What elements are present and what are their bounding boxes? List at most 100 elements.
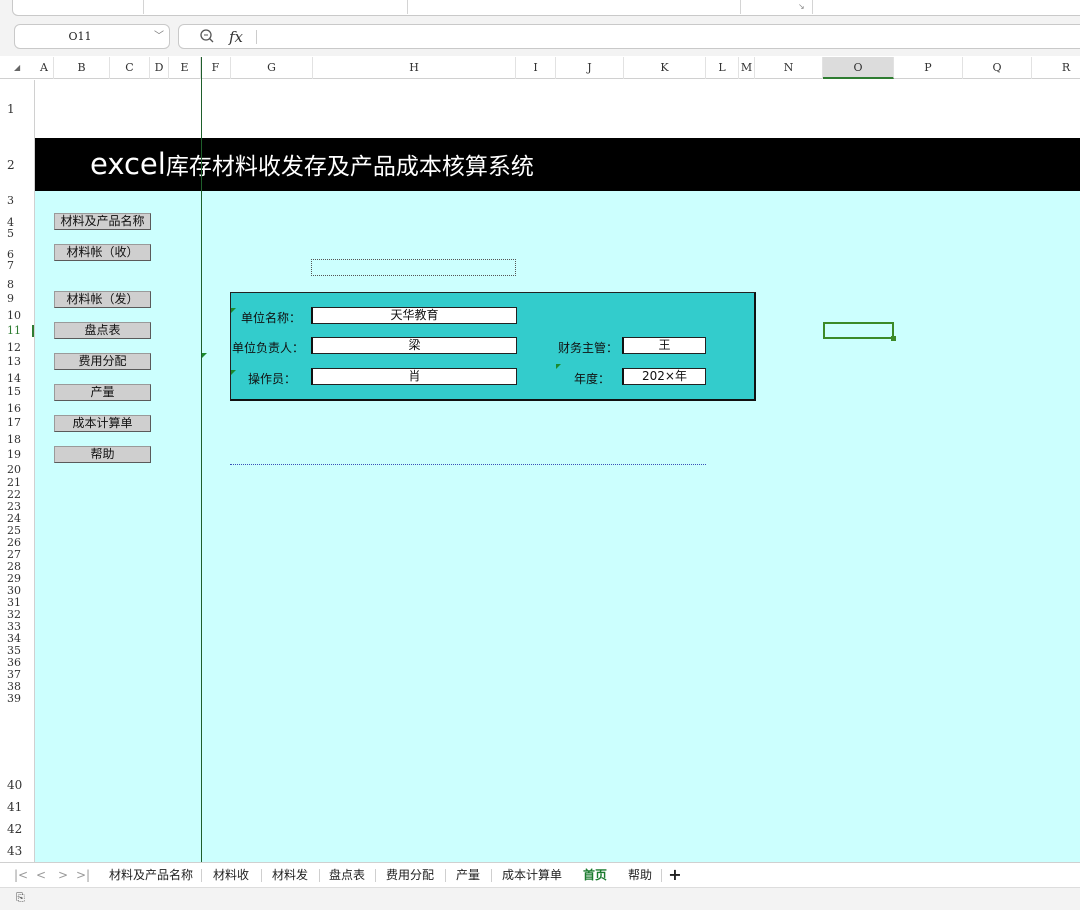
sheet-tab-active[interactable]: 首页 bbox=[572, 863, 618, 887]
freeze-pane-divider bbox=[201, 57, 202, 862]
year-label: 年度： bbox=[574, 372, 611, 386]
column-header-j[interactable]: J bbox=[556, 57, 624, 79]
row-header[interactable]: 1 bbox=[0, 100, 34, 118]
row-header[interactable]: 16 bbox=[0, 403, 34, 415]
column-header-p[interactable]: P bbox=[894, 57, 963, 79]
tab-divider bbox=[661, 869, 662, 882]
name-box-value[interactable]: O11 bbox=[15, 25, 145, 48]
ribbon-divider bbox=[407, 0, 408, 14]
sheet-tab-bar: |< < > >| 材料及产品名称 材料收 材料发 盘点表 费用分配 产量 成本… bbox=[0, 862, 1080, 887]
tab-divider bbox=[201, 869, 202, 882]
row-header[interactable]: 18 bbox=[0, 434, 34, 446]
row-header[interactable]: 7 bbox=[0, 260, 34, 272]
sheet-tab[interactable]: 帮助 bbox=[622, 863, 658, 887]
title-banner: excel库存材料收发存及产品成本核算系统 bbox=[35, 138, 1080, 191]
column-header-i[interactable]: I bbox=[516, 57, 556, 79]
nav-button-materials-issue[interactable]: 材料帐（发） bbox=[54, 291, 151, 308]
sheet-tab[interactable]: 费用分配 bbox=[380, 863, 440, 887]
column-header-q[interactable]: Q bbox=[963, 57, 1032, 79]
row-header[interactable]: 9 bbox=[0, 293, 34, 305]
column-header-k[interactable]: K bbox=[624, 57, 706, 79]
row-header[interactable]: 8 bbox=[0, 279, 34, 291]
sheet-tab[interactable]: 材料收 bbox=[206, 863, 256, 887]
row-header[interactable]: 3 bbox=[0, 195, 34, 207]
finance-supervisor-field[interactable]: 王 bbox=[622, 337, 706, 354]
column-header-h[interactable]: H bbox=[313, 57, 516, 79]
row-header-selected[interactable]: 11 bbox=[0, 325, 34, 337]
row-header[interactable]: 19 bbox=[0, 449, 34, 461]
ribbon-divider bbox=[143, 0, 144, 14]
tab-divider bbox=[375, 869, 376, 882]
zoom-icon[interactable] bbox=[199, 28, 215, 44]
sheet-tab[interactable]: 材料及产品名称 bbox=[106, 863, 196, 887]
first-sheet-icon[interactable]: |< bbox=[14, 863, 28, 887]
fill-handle[interactable] bbox=[891, 336, 896, 341]
operator-label: 操作员： bbox=[248, 372, 297, 386]
row-header[interactable]: 42 bbox=[0, 821, 34, 837]
column-header-f[interactable]: F bbox=[201, 57, 231, 79]
nav-button-output[interactable]: 产量 bbox=[54, 384, 151, 401]
sheet-tab[interactable]: 产量 bbox=[450, 863, 486, 887]
row-header[interactable]: 41 bbox=[0, 799, 34, 815]
row-header[interactable]: 13 bbox=[0, 356, 34, 368]
column-header-o[interactable]: O bbox=[823, 57, 894, 79]
formula-input[interactable]: fx bbox=[178, 24, 1080, 49]
row-header[interactable]: 17 bbox=[0, 417, 34, 429]
column-header-bar: ◢ A B C D E F G H I J K L M N O P Q R bbox=[0, 57, 1080, 79]
last-sheet-icon[interactable]: >| bbox=[76, 863, 90, 887]
column-header-g[interactable]: G bbox=[231, 57, 313, 79]
row-header[interactable]: 5 bbox=[0, 228, 34, 240]
prev-sheet-icon[interactable]: < bbox=[36, 863, 46, 887]
row-header[interactable]: 39 bbox=[0, 693, 34, 705]
sheet-tab[interactable]: 盘点表 bbox=[324, 863, 370, 887]
row-header[interactable]: 15 bbox=[0, 386, 34, 398]
row-header[interactable]: 12 bbox=[0, 342, 34, 354]
nav-button-cost-sheet[interactable]: 成本计算单 bbox=[54, 415, 151, 432]
column-header-a[interactable]: A bbox=[35, 57, 54, 79]
nav-button-help[interactable]: 帮助 bbox=[54, 446, 151, 463]
nav-button-cost-allocation[interactable]: 费用分配 bbox=[54, 353, 151, 370]
name-box[interactable]: O11 ﹀ bbox=[14, 24, 170, 49]
tab-divider bbox=[261, 869, 262, 882]
macro-record-icon[interactable]: ⎘ bbox=[16, 891, 25, 905]
finance-supervisor-label: 财务主管： bbox=[558, 341, 619, 355]
nav-button-materials-receive[interactable]: 材料帐（收） bbox=[54, 244, 151, 261]
column-header-r[interactable]: R bbox=[1032, 57, 1080, 79]
row-header[interactable]: 10 bbox=[0, 310, 34, 322]
nav-button-inventory[interactable]: 盘点表 bbox=[54, 322, 151, 339]
column-header-c[interactable]: C bbox=[110, 57, 150, 79]
sheet-tab[interactable]: 成本计算单 bbox=[496, 863, 568, 887]
year-field[interactable]: 202×年 bbox=[622, 368, 706, 385]
row-header[interactable]: 2 bbox=[0, 156, 34, 174]
page-title: excel库存材料收发存及产品成本核算系统 bbox=[90, 138, 534, 191]
sheet-tab[interactable]: 材料发 bbox=[266, 863, 314, 887]
row-header[interactable]: 20 bbox=[0, 464, 34, 476]
column-header-l[interactable]: L bbox=[706, 57, 739, 79]
column-header-e[interactable]: E bbox=[169, 57, 201, 79]
select-all-icon[interactable]: ◢ bbox=[14, 57, 20, 79]
status-bar: ⎘ bbox=[0, 887, 1080, 910]
add-sheet-icon[interactable]: + bbox=[666, 863, 684, 887]
unit-name-field[interactable]: 天华教育 bbox=[311, 307, 517, 324]
column-header-m[interactable]: M bbox=[739, 57, 755, 79]
title-prefix: excel bbox=[90, 147, 166, 181]
active-cell-selection[interactable] bbox=[823, 322, 894, 339]
row-header[interactable]: 43 bbox=[0, 843, 34, 859]
ribbon-divider bbox=[740, 0, 741, 14]
column-header-n[interactable]: N bbox=[755, 57, 823, 79]
column-header-d[interactable]: D bbox=[150, 57, 169, 79]
row-header[interactable]: 40 bbox=[0, 777, 34, 793]
unit-head-field[interactable]: 梁 bbox=[311, 337, 517, 354]
chevron-down-icon[interactable]: ﹀ bbox=[151, 25, 167, 48]
comment-indicator bbox=[202, 353, 207, 358]
row-1-area bbox=[35, 80, 1080, 138]
fx-icon[interactable]: fx bbox=[229, 26, 249, 48]
operator-field[interactable]: 肖 bbox=[311, 368, 517, 385]
next-sheet-icon[interactable]: > bbox=[58, 863, 68, 887]
info-panel: 单位名称： 天华教育 单位负责人： 梁 财务主管： 王 操作员： 肖 年度： 2… bbox=[230, 292, 756, 401]
column-header-b[interactable]: B bbox=[54, 57, 110, 79]
nav-button-materials-products[interactable]: 材料及产品名称 bbox=[54, 213, 151, 230]
row-header[interactable]: 14 bbox=[0, 373, 34, 385]
dotted-cell-border[interactable] bbox=[311, 259, 516, 276]
dialog-launcher-icon[interactable]: ↘ bbox=[798, 2, 805, 11]
